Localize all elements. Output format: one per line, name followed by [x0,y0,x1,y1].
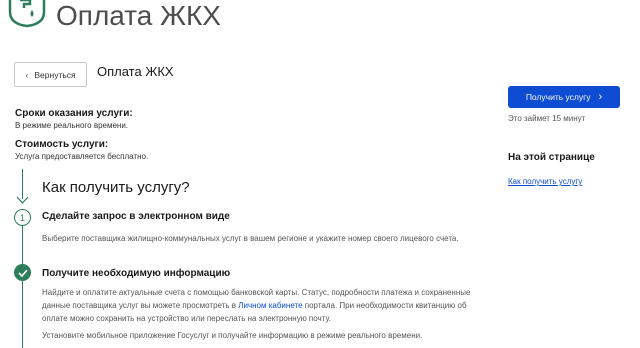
back-button-label: Вернуться [34,69,76,80]
step-title: Получите необходимую информацию [42,268,231,279]
section-title: Как получить услугу? [42,179,190,196]
timeline-line [22,281,23,348]
on-page-link[interactable]: Как получить услугу [508,177,582,186]
step-text: Установите мобильное приложение Госуслуг… [42,331,423,340]
chevron-right-icon: › [598,91,603,103]
on-page-title: На этой странице [508,152,595,163]
cost-label: Стоимость услуги: [15,139,109,150]
cost-value: Услуга предоставляется бесплатно. [15,152,149,161]
terms-value: В режиме реального времени. [15,121,129,130]
get-service-button-label: Получить услугу [525,92,591,102]
personal-account-link[interactable]: Личном кабинете [238,301,302,310]
logo-text: Оплата ЖКХ [56,0,221,31]
step-text: Найдите и оплатите актуальные счета с по… [42,288,471,323]
step-text: Выберите поставщика жилищно-коммунальных… [42,234,459,243]
faucet-drop-icon [8,0,46,28]
check-icon [14,264,31,281]
step-title: Сделайте запрос в электронном виде [42,211,230,222]
chevron-left-icon: ‹ [25,69,29,80]
get-service-button[interactable]: Получить услугу › [508,86,620,108]
time-note: Это займет 15 минут [508,114,586,123]
timeline-line [22,226,23,264]
back-button[interactable]: ‹ Вернуться [14,62,87,87]
step-number-badge: 1 [14,209,31,226]
arrow-down-icon [16,196,29,204]
terms-label: Сроки оказания услуги: [15,108,133,119]
page-title: Оплата ЖКХ [97,64,174,79]
